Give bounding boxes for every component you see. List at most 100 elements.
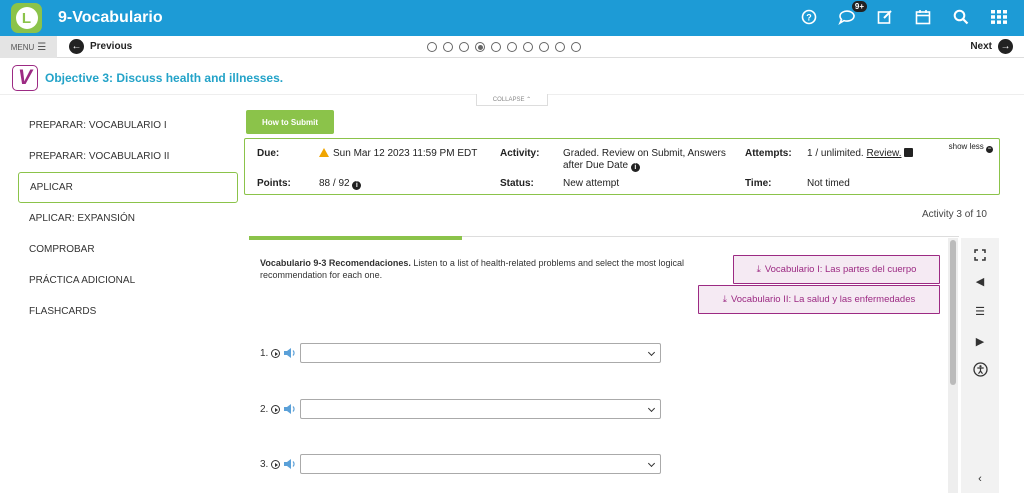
exercise-title: Vocabulario 9-3 Recomendaciones.	[260, 258, 411, 268]
page-dot[interactable]	[523, 42, 533, 52]
due-label: Due:	[257, 148, 280, 159]
activity-info-panel: Due: Sun Mar 12 2023 11:59 PM EDT Activi…	[244, 138, 1000, 195]
time-label: Time:	[745, 178, 772, 189]
attempts-label: Attempts:	[745, 148, 792, 159]
activity-value-line1: Graded. Review on Submit, Answers	[563, 148, 726, 159]
due-value-wrap: Sun Mar 12 2023 11:59 PM EDT	[319, 148, 477, 159]
list-icon[interactable]: ☰	[961, 298, 999, 324]
activity-value-wrap: Graded. Review on Submit, Answers after D…	[563, 148, 726, 172]
vocab-ii-label: Vocabulario II: La salud y las enfermeda…	[730, 294, 916, 305]
due-value: Sun Mar 12 2023 11:59 PM EDT	[333, 148, 478, 159]
collapse-button[interactable]: COLLAPSE ⌃	[476, 94, 548, 106]
vocab-i-label: Vocabulario I: Las partes del cuerpo	[764, 264, 917, 275]
question-row: 3.	[260, 454, 662, 474]
activity-sidebar: PREPARAR: VOCABULARIO I PREPARAR: VOCABU…	[18, 110, 238, 327]
speaker-icon[interactable]	[283, 458, 297, 470]
play-icon[interactable]	[271, 459, 281, 469]
hamburger-icon: ☰	[37, 41, 47, 53]
status-label: Status:	[500, 178, 534, 189]
previous-button[interactable]: ← Previous	[69, 39, 132, 54]
svg-text:?: ?	[806, 13, 812, 23]
scrollbar-thumb[interactable]	[950, 240, 956, 385]
accessibility-icon[interactable]	[961, 356, 999, 382]
page-dot[interactable]	[555, 42, 565, 52]
app-logo[interactable]: L	[11, 3, 42, 33]
show-less-button[interactable]: show less −	[949, 142, 993, 153]
objective-header: V Objective 3: Discuss health and illnes…	[12, 65, 283, 91]
triangle-right-icon[interactable]: ▶	[961, 328, 999, 354]
messages-icon[interactable]: 9+	[836, 1, 867, 28]
page-dot-active[interactable]	[475, 42, 485, 52]
progress-bar	[249, 236, 462, 240]
sidebar-item-preparar-vocabulario-ii[interactable]: PREPARAR: VOCABULARIO II	[18, 141, 238, 172]
menu-button[interactable]: MENU ☰	[0, 36, 57, 58]
speaker-icon[interactable]	[283, 347, 297, 359]
activity-nav: MENU ☰ ← Previous Next →	[0, 36, 1024, 58]
chevron-left-icon[interactable]: ‹	[961, 466, 999, 492]
menu-label: MENU	[10, 42, 35, 52]
top-header: L 9-Vocabulario ? 9+	[0, 0, 1024, 36]
collapse-label: COLLAPSE	[492, 96, 525, 103]
question-number: 3.	[260, 458, 269, 470]
answer-select[interactable]	[300, 343, 662, 363]
how-to-submit-button[interactable]: How to Submit	[246, 110, 334, 134]
triangle-left-icon[interactable]: ◀	[961, 268, 999, 294]
vocab-ii-button[interactable]: ⤓ Vocabulario II: La salud y las enfermed…	[698, 285, 940, 314]
question-number: 2.	[260, 403, 269, 415]
search-icon[interactable]	[950, 6, 972, 28]
question-row: 1.	[260, 343, 662, 363]
sidebar-item-practica-adicional[interactable]: PRÁCTICA ADICIONAL	[18, 265, 238, 296]
points-label: Points:	[257, 178, 291, 189]
help-icon[interactable]: ?	[798, 6, 820, 28]
question-row: 2.	[260, 399, 662, 419]
download-icon: ⤓	[756, 264, 761, 275]
attempts-value: 1 / unlimited.	[807, 148, 864, 159]
answer-select[interactable]	[300, 399, 662, 419]
sidebar-item-flashcards[interactable]: FLASHCARDS	[18, 296, 238, 327]
play-icon[interactable]	[271, 404, 281, 414]
info-icon[interactable]: i	[352, 181, 362, 190]
notification-badge: 9+	[851, 1, 867, 12]
objective-title: Objective 3: Discuss health and illnesse…	[45, 71, 284, 85]
time-value: Not timed	[807, 178, 850, 189]
calendar-icon[interactable]	[912, 6, 934, 28]
answer-select[interactable]	[300, 454, 662, 474]
page-dots	[427, 42, 581, 52]
sidebar-item-preparar-vocabulario-i[interactable]: PREPARAR: VOCABULARIO I	[18, 110, 238, 141]
download-icon: ⤓	[722, 294, 727, 305]
page-dot[interactable]	[507, 42, 517, 52]
activity-value-line2: after Due Date	[563, 160, 629, 171]
warning-icon	[319, 148, 329, 157]
fullscreen-icon[interactable]	[961, 242, 999, 268]
content-scrollbar[interactable]	[948, 238, 958, 493]
review-link[interactable]: Review.	[866, 148, 901, 159]
page-dot[interactable]	[571, 42, 581, 52]
arrow-left-icon: ←	[69, 39, 84, 54]
vocab-i-button[interactable]: ⤓ Vocabulario I: Las partes del cuerpo	[733, 255, 940, 284]
sidebar-item-aplicar-expansion[interactable]: APLICAR: EXPANSIÓN	[18, 203, 238, 234]
page-dot[interactable]	[427, 42, 437, 52]
page-dot[interactable]	[539, 42, 549, 52]
play-icon[interactable]	[271, 348, 281, 358]
app-title: 9-Vocabulario	[58, 9, 163, 26]
points-value: 88 / 92	[319, 178, 350, 189]
external-link-icon[interactable]	[904, 148, 914, 157]
page-dot[interactable]	[443, 42, 453, 52]
speaker-icon[interactable]	[283, 403, 297, 415]
attempts-value-wrap: 1 / unlimited. Review.	[807, 148, 914, 159]
points-value-wrap: 88 / 92 i	[319, 178, 362, 190]
sidebar-item-aplicar[interactable]: APLICAR	[18, 172, 238, 203]
edit-icon[interactable]	[874, 6, 896, 28]
sidebar-item-comprobar[interactable]: COMPROBAR	[18, 234, 238, 265]
page-dot[interactable]	[491, 42, 501, 52]
status-value: New attempt	[563, 178, 620, 189]
exercise-panel: Vocabulario 9-3 Recomendaciones. Listen …	[249, 236, 959, 493]
apps-grid-icon[interactable]	[988, 6, 1010, 28]
info-icon[interactable]: i	[630, 163, 640, 172]
next-button[interactable]: Next →	[970, 39, 1013, 54]
page-dot[interactable]	[459, 42, 469, 52]
chevron-up-icon: ⌃	[526, 97, 532, 103]
question-number: 1.	[260, 347, 269, 359]
minus-circle-icon: −	[986, 146, 993, 153]
activity-count: Activity 3 of 10	[921, 209, 987, 220]
